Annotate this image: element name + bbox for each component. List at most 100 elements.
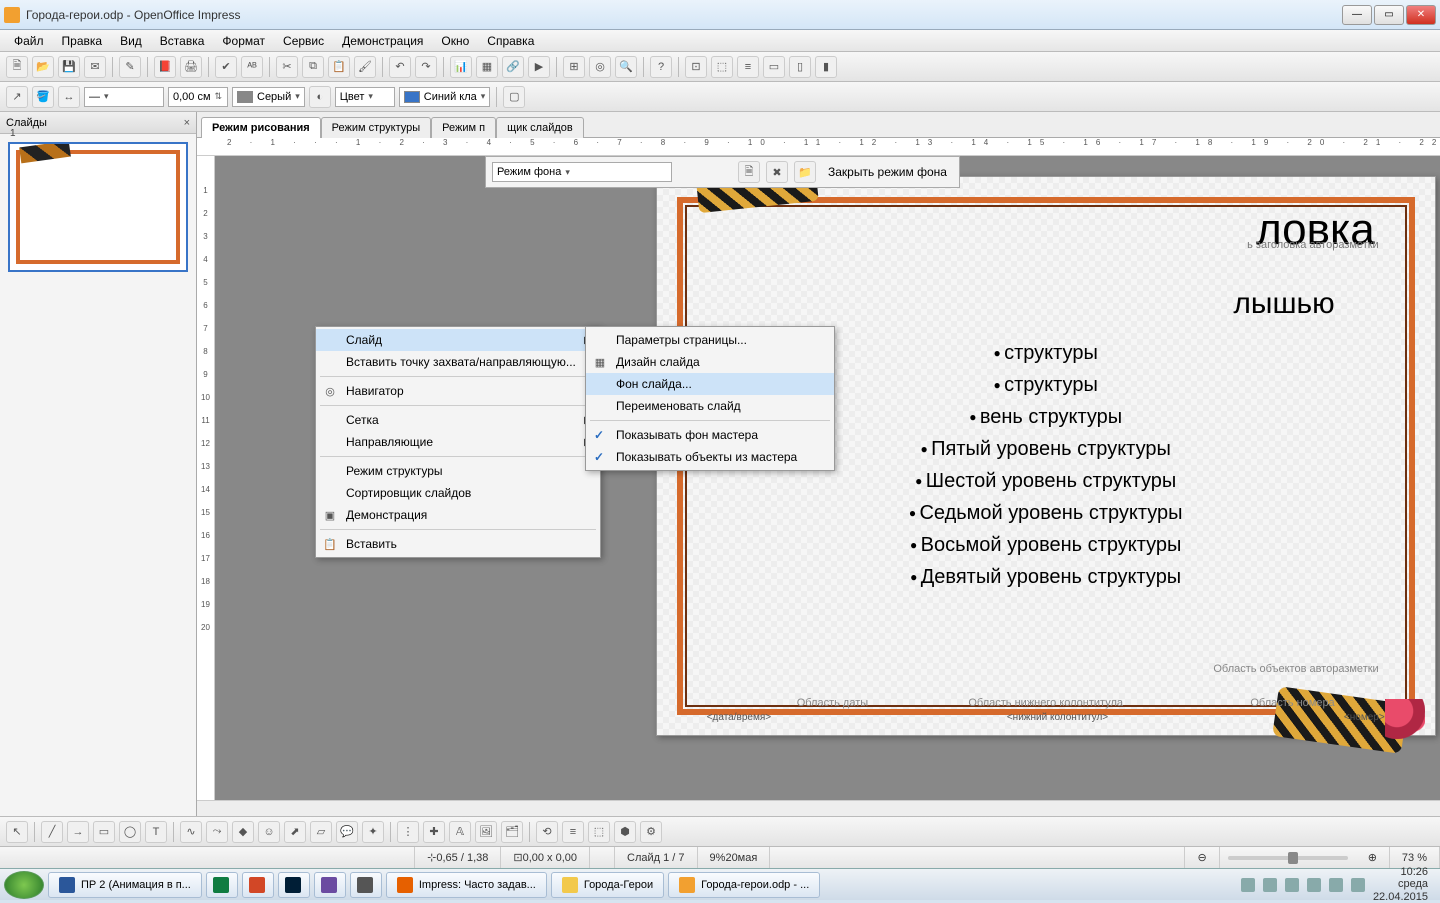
close-bg-mode-button[interactable]: Закрыть режим фона — [822, 163, 953, 181]
interaction-icon[interactable]: ⚙ — [640, 821, 662, 843]
select-tool-icon[interactable]: ↖ — [6, 821, 28, 843]
tray-icon[interactable] — [1263, 878, 1277, 892]
save-icon[interactable]: 💾 — [58, 56, 80, 78]
minimize-button[interactable]: — — [1342, 5, 1372, 25]
tab-notes[interactable]: Режим п — [431, 117, 496, 138]
arrow-style-icon[interactable]: ↗ — [6, 86, 28, 108]
maximize-button[interactable]: ▭ — [1374, 5, 1404, 25]
stars-icon[interactable]: ✦ — [362, 821, 384, 843]
ctx-slide-background[interactable]: Фон слайда... — [586, 373, 834, 395]
ctx-slide-design[interactable]: ▦Дизайн слайда — [586, 351, 834, 373]
menu-window[interactable]: Окно — [433, 32, 477, 50]
fill-type-combo[interactable]: Цвет▾ — [335, 87, 395, 107]
tab-sorter[interactable]: щик слайдов — [496, 117, 584, 138]
fontwork-icon[interactable]: 𝔸 — [449, 821, 471, 843]
tab-outline[interactable]: Режим структуры — [321, 117, 432, 138]
glue-icon[interactable]: ⊡ — [685, 56, 707, 78]
ctx-guides[interactable]: Направляющие▶ — [316, 431, 600, 453]
taskbar-item[interactable]: ПР 2 (Анимация в п... — [48, 872, 202, 898]
points-icon[interactable]: ⋮ — [397, 821, 419, 843]
ctx-rename-slide[interactable]: Переименовать слайд — [586, 395, 834, 417]
zoom-slider[interactable] — [1228, 856, 1348, 860]
line-color-combo[interactable]: Серый▾ — [232, 87, 305, 107]
tray-icon[interactable] — [1241, 878, 1255, 892]
tab-drawing[interactable]: Режим рисования — [201, 117, 321, 138]
email-icon[interactable]: ✉ — [84, 56, 106, 78]
format-paint-icon[interactable]: 🖌 — [354, 56, 376, 78]
taskbar-item[interactable] — [242, 872, 274, 898]
taskbar-item[interactable]: Города-герои.odp - ... — [668, 872, 820, 898]
line-end-icon[interactable]: ↔ — [58, 86, 80, 108]
behind-icon[interactable]: ▯ — [789, 56, 811, 78]
align-icon[interactable]: ≡ — [737, 56, 759, 78]
from-file-icon[interactable]: 🖼 — [475, 821, 497, 843]
chart-icon[interactable]: 📊 — [450, 56, 472, 78]
edit-icon[interactable]: ✎ — [119, 56, 141, 78]
taskbar-item[interactable] — [278, 872, 310, 898]
bg-delete-icon[interactable]: ✖ — [766, 161, 788, 183]
spellcheck-icon[interactable]: ✔ — [215, 56, 237, 78]
slide-canvas[interactable]: Режим фона▾ 🗎 ✖ 📁 Закрыть режим фона лов… — [215, 156, 1440, 800]
shadow-icon[interactable]: ▢ — [503, 86, 525, 108]
autospell-icon[interactable]: ᴬᴮ — [241, 56, 263, 78]
ctx-show-master-objects[interactable]: ✓Показывать объекты из мастера — [586, 446, 834, 468]
menu-format[interactable]: Формат — [214, 32, 273, 50]
date-placeholder[interactable]: <дата/время> — [707, 712, 771, 723]
gallery-tool-icon[interactable]: 🗂 — [501, 821, 523, 843]
line-tool-icon[interactable]: ╱ — [41, 821, 63, 843]
menu-slideshow[interactable]: Демонстрация — [334, 32, 431, 50]
zoom-out-button[interactable]: ⊖ — [1185, 847, 1219, 868]
tray-icon[interactable] — [1351, 878, 1365, 892]
rotate-icon[interactable]: ⟲ — [536, 821, 558, 843]
glue-points-icon[interactable]: ✚ — [423, 821, 445, 843]
ctx-navigator[interactable]: ◎Навигатор — [316, 380, 600, 402]
symbol-shapes-icon[interactable]: ☺ — [258, 821, 280, 843]
taskbar-item[interactable] — [206, 872, 238, 898]
position-icon[interactable]: ⬚ — [711, 56, 733, 78]
slides-panel-close-icon[interactable]: × — [184, 117, 190, 129]
navigator-icon[interactable]: ◎ — [589, 56, 611, 78]
extrusion-icon[interactable]: ⬢ — [614, 821, 636, 843]
bg-mode-dropdown[interactable]: Режим фона▾ — [492, 162, 672, 182]
horizontal-scrollbar[interactable] — [197, 800, 1440, 816]
ctx-slide[interactable]: Слайд▶ — [316, 329, 600, 351]
footer-placeholder[interactable]: <нижний колонтитул> — [1007, 712, 1108, 723]
ctx-slide-sorter[interactable]: Сортировщик слайдов — [316, 482, 600, 504]
bg-new-icon[interactable]: 🗎 — [738, 161, 760, 183]
new-doc-icon[interactable]: 🗎 — [6, 56, 28, 78]
menu-tools[interactable]: Сервис — [275, 32, 332, 50]
menu-file[interactable]: Файл — [6, 32, 52, 50]
cut-icon[interactable]: ✂ — [276, 56, 298, 78]
ctx-insert-snap[interactable]: Вставить точку захвата/направляющую... — [316, 351, 600, 373]
pdf-icon[interactable]: 📕 — [154, 56, 176, 78]
tray-icon[interactable] — [1329, 878, 1343, 892]
rect-tool-icon[interactable]: ▭ — [93, 821, 115, 843]
ctx-show-master-bg[interactable]: ✓Показывать фон мастера — [586, 424, 834, 446]
arrange-icon[interactable]: ▭ — [763, 56, 785, 78]
number-placeholder[interactable]: <номер> — [1344, 712, 1385, 723]
connector-tool-icon[interactable]: ⤳ — [206, 821, 228, 843]
zoom-value[interactable]: 73 % — [1390, 847, 1440, 868]
menu-edit[interactable]: Правка — [54, 32, 111, 50]
arrow-tool-icon[interactable]: → — [67, 821, 89, 843]
slide-thumbnail[interactable] — [8, 142, 188, 272]
zoom-icon[interactable]: 🔍 — [615, 56, 637, 78]
redo-icon[interactable]: ↷ — [415, 56, 437, 78]
basic-shapes-icon[interactable]: ◆ — [232, 821, 254, 843]
flowchart-icon[interactable]: ▱ — [310, 821, 332, 843]
open-icon[interactable]: 📂 — [32, 56, 54, 78]
grid-icon[interactable]: ⊞ — [563, 56, 585, 78]
ctx-slideshow[interactable]: ▣Демонстрация — [316, 504, 600, 526]
arrange-tool-icon[interactable]: ⬚ — [588, 821, 610, 843]
slideshow-icon[interactable]: ▶ — [528, 56, 550, 78]
start-button[interactable] — [4, 871, 44, 899]
line-style-combo[interactable]: —▾ — [84, 87, 164, 107]
line-width-input[interactable]: 0,00 см⇅ — [168, 87, 228, 107]
taskbar-item[interactable] — [350, 872, 382, 898]
area-icon[interactable]: ◐ — [309, 86, 331, 108]
tray-icon[interactable] — [1285, 878, 1299, 892]
curve-tool-icon[interactable]: ∿ — [180, 821, 202, 843]
ellipse-tool-icon[interactable]: ◯ — [119, 821, 141, 843]
taskbar-item[interactable]: Impress: Часто задав... — [386, 872, 547, 898]
print-icon[interactable]: 🖨 — [180, 56, 202, 78]
